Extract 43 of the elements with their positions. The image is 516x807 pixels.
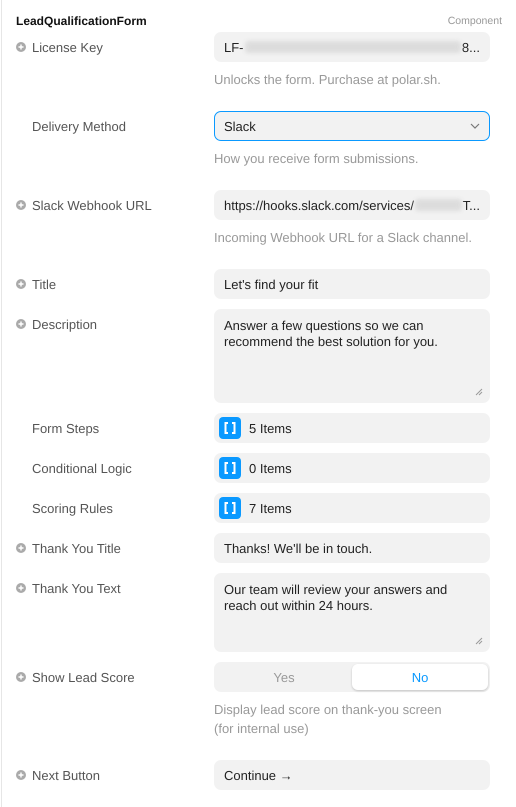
add-icon[interactable] — [16, 279, 26, 289]
add-icon[interactable] — [16, 319, 26, 329]
add-icon[interactable] — [16, 583, 26, 593]
property-label: Description — [32, 316, 98, 332]
property-label: Show Lead Score — [32, 670, 135, 684]
help-text: Incoming Webhook URL for a Slack channel. — [214, 229, 473, 247]
add-icon[interactable] — [16, 770, 26, 780]
property-label: Form Steps — [32, 420, 100, 436]
array-field[interactable]: 0 Items — [214, 453, 490, 483]
text-area[interactable]: Our team will review your answers and reach out within 24 hours. — [214, 573, 490, 652]
component-label: Component — [448, 15, 502, 27]
property-label: Title — [32, 276, 56, 292]
brackets-icon — [219, 457, 241, 479]
array-field[interactable]: 7 Items — [214, 493, 490, 523]
help-text: Unlocks the form. Purchase at polar.sh. — [214, 71, 442, 89]
help-text: Display lead score on thank-you screen (for internal use) — [214, 701, 443, 738]
text-field[interactable]: Thanks! We'll be in touch. — [214, 533, 490, 563]
add-icon[interactable] — [16, 672, 26, 682]
property-label: Thank You Text — [32, 580, 121, 596]
resize-grip-icon — [475, 388, 483, 396]
property-label: Thank You Title — [32, 540, 121, 556]
chevron-down-icon — [470, 123, 480, 129]
property-label: Delivery Method — [32, 118, 126, 134]
brackets-icon — [219, 417, 241, 439]
component-title: LeadQualificationForm — [16, 14, 147, 28]
property-label: Scoring Rules — [32, 500, 113, 516]
add-icon[interactable] — [16, 42, 26, 52]
text-area[interactable]: Answer a few questions so we can recommend the best solution for you. — [214, 309, 490, 403]
brackets-icon — [219, 497, 241, 519]
select-field[interactable]: Slack — [214, 111, 490, 141]
text-field[interactable]: Let's find your fit — [214, 269, 490, 299]
text-field[interactable]: https://hooks.slack.com/services/ T... — [214, 190, 490, 220]
property-label: Conditional Logic — [32, 460, 132, 476]
help-text: How you receive form submissions. — [214, 150, 420, 168]
array-field[interactable]: 5 Items — [214, 413, 490, 443]
add-icon[interactable] — [16, 543, 26, 553]
property-label: License Key — [32, 40, 103, 54]
text-field[interactable]: Continue → — [214, 760, 490, 790]
text-field[interactable]: LF- 8... — [214, 32, 490, 62]
property-label: Slack Webhook URL — [32, 198, 152, 212]
property-label: Next Button — [32, 768, 100, 782]
add-icon[interactable] — [16, 200, 26, 210]
resize-grip-icon — [475, 637, 483, 645]
